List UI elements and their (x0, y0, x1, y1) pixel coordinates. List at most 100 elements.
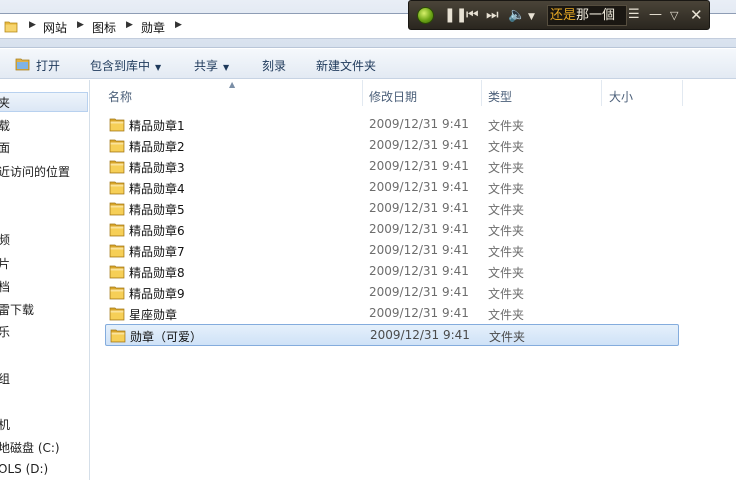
column-divider[interactable] (682, 80, 683, 106)
column-header-modified[interactable]: 修改日期 (369, 88, 417, 116)
volume-dropdown-icon[interactable]: ▼ (528, 8, 535, 26)
file-type: 文件夹 (488, 287, 525, 301)
file-name: 精品勋章3 (129, 161, 185, 175)
media-player: ❚❚ ⏮ ⏭ 🔈 ▼ 还是那一個 ☰ — ▽ ✕ (408, 0, 710, 30)
file-type: 文件夹 (488, 224, 525, 238)
file-row-selected[interactable]: 勋章（可爱） 2009/12/31 9:41 文件夹 (105, 324, 679, 346)
folder-icon (109, 181, 125, 195)
file-name: 精品勋章8 (129, 266, 185, 280)
file-type: 文件夹 (488, 203, 525, 217)
nav-selection-highlight (0, 92, 88, 112)
file-type: 文件夹 (488, 119, 525, 133)
chevron-down-icon: ▼ (223, 63, 230, 72)
chevron-right-icon[interactable]: ▶ (29, 20, 36, 30)
nav-item-music[interactable]: 乐 (0, 323, 10, 340)
open-folder-icon (15, 58, 30, 71)
file-date: 2009/12/31 9:41 (369, 222, 469, 236)
pause-icon[interactable]: ❚❚ (444, 6, 467, 24)
column-header-size[interactable]: 大小 (609, 88, 633, 116)
folder-icon (109, 286, 125, 300)
nav-item-thunder-downloads[interactable]: 雷下载 (0, 301, 34, 318)
previous-track-icon[interactable]: ⏮ (466, 6, 479, 24)
nav-item-downloads[interactable]: 载 (0, 117, 10, 134)
file-row[interactable]: 精品勋章7 2009/12/31 9:41 文件夹 (105, 240, 679, 261)
file-type: 文件夹 (489, 330, 526, 344)
share-label: 共享 (194, 59, 219, 73)
volume-icon[interactable]: 🔈 (508, 6, 525, 24)
burn-button[interactable]: 刻录 (262, 57, 286, 74)
file-name: 精品勋章1 (129, 119, 185, 133)
chevron-down-icon: ▼ (155, 63, 162, 72)
file-name: 精品勋章4 (129, 182, 185, 196)
breadcrumb-1[interactable]: 图标 (92, 19, 116, 36)
file-date: 2009/12/31 9:41 (369, 201, 469, 215)
navigation-pane[interactable]: 夹 载 面 近访问的位置 频 片 档 雷下载 乐 组 机 地磁盘 (C:) OL… (0, 80, 90, 480)
file-type: 文件夹 (488, 140, 525, 154)
minimize-icon[interactable]: — (649, 6, 662, 24)
breadcrumb-0[interactable]: 网站 (43, 19, 67, 36)
file-name: 勋章（可爱） (130, 330, 203, 344)
folder-icon (110, 329, 126, 343)
file-date: 2009/12/31 9:41 (369, 306, 469, 320)
file-date: 2009/12/31 9:41 (369, 243, 469, 257)
column-header-type[interactable]: 类型 (488, 88, 512, 116)
file-row[interactable]: 精品勋章1 2009/12/31 9:41 文件夹 (105, 114, 679, 135)
file-name: 精品勋章2 (129, 140, 185, 154)
file-row[interactable]: 精品勋章8 2009/12/31 9:41 文件夹 (105, 261, 679, 282)
column-divider[interactable] (481, 80, 482, 106)
nav-item-documents[interactable]: 档 (0, 278, 10, 295)
column-header-name[interactable]: 名称 (108, 88, 132, 116)
chevron-right-icon[interactable]: ▶ (126, 20, 133, 30)
column-divider[interactable] (601, 80, 602, 106)
nav-item-homegroup[interactable]: 组 (0, 370, 10, 387)
nav-item-desktop[interactable]: 面 (0, 139, 10, 156)
file-name: 精品勋章5 (129, 203, 185, 217)
command-bar: 打开 包含到库中 ▼ 共享 ▼ 刻录 新建文件夹 (0, 49, 736, 79)
collapse-icon[interactable]: ▽ (670, 7, 678, 25)
file-type: 文件夹 (488, 308, 525, 322)
file-row[interactable]: 精品勋章9 2009/12/31 9:41 文件夹 (105, 282, 679, 303)
new-folder-button[interactable]: 新建文件夹 (316, 57, 376, 74)
chevron-right-icon[interactable]: ▶ (175, 20, 182, 30)
open-button[interactable]: 打开 (36, 57, 60, 74)
folder-icon (109, 160, 125, 174)
nav-item-videos[interactable]: 频 (0, 231, 10, 248)
nav-item-pictures[interactable]: 片 (0, 255, 10, 272)
lyric-unsung: 那一個 (576, 8, 616, 23)
menu-icon[interactable]: ☰ (628, 6, 640, 24)
nav-item-recent-places[interactable]: 近访问的位置 (0, 163, 70, 180)
nav-item-favorites[interactable]: 夹 (0, 94, 10, 111)
nav-item-disk-d[interactable]: OLS (D:) (0, 462, 48, 476)
file-row[interactable]: 星座勋章 2009/12/31 9:41 文件夹 (105, 303, 679, 324)
include-in-library-button[interactable]: 包含到库中 ▼ (90, 57, 161, 74)
file-row[interactable]: 精品勋章2 2009/12/31 9:41 文件夹 (105, 135, 679, 156)
player-logo-icon[interactable] (417, 7, 434, 24)
file-row[interactable]: 精品勋章5 2009/12/31 9:41 文件夹 (105, 198, 679, 219)
folder-icon (109, 265, 125, 279)
file-row[interactable]: 精品勋章4 2009/12/31 9:41 文件夹 (105, 177, 679, 198)
file-name: 精品勋章6 (129, 224, 185, 238)
file-date: 2009/12/31 9:41 (369, 180, 469, 194)
lyric-display: 还是那一個 (547, 5, 627, 26)
folder-icon (4, 21, 18, 33)
lyric-sung: 还是 (550, 8, 577, 23)
breadcrumb-2[interactable]: 勋章 (141, 19, 165, 36)
file-date: 2009/12/31 9:41 (369, 264, 469, 278)
folder-icon (109, 307, 125, 321)
nav-item-computer[interactable]: 机 (0, 416, 10, 433)
file-row[interactable]: 精品勋章3 2009/12/31 9:41 文件夹 (105, 156, 679, 177)
folder-icon (109, 139, 125, 153)
file-type: 文件夹 (488, 161, 525, 175)
file-date: 2009/12/31 9:41 (369, 159, 469, 173)
folder-icon (109, 118, 125, 132)
column-divider[interactable] (362, 80, 363, 106)
close-icon[interactable]: ✕ (690, 6, 703, 24)
folder-icon (109, 244, 125, 258)
chevron-right-icon[interactable]: ▶ (77, 20, 84, 30)
share-button[interactable]: 共享 ▼ (194, 57, 229, 74)
folder-icon (109, 223, 125, 237)
file-row[interactable]: 精品勋章6 2009/12/31 9:41 文件夹 (105, 219, 679, 240)
next-track-icon[interactable]: ⏭ (486, 6, 499, 24)
file-name: 精品勋章9 (129, 287, 185, 301)
nav-item-local-disk-c[interactable]: 地磁盘 (C:) (0, 439, 60, 456)
